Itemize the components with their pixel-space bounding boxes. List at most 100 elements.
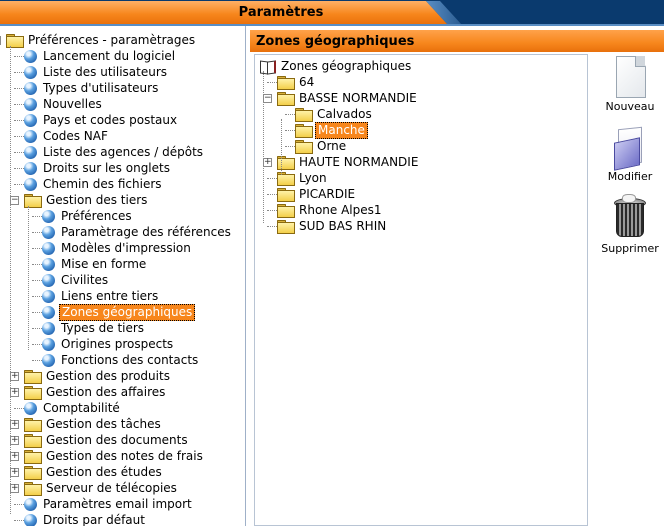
- settings-tree-item[interactable]: Gestion des études: [24, 464, 164, 480]
- settings-tree-item[interactable]: Fonctions des contacts: [42, 352, 200, 368]
- tree-connector: [32, 264, 42, 265]
- settings-tree-item[interactable]: Préférences: [42, 208, 134, 224]
- geo-zone-item-label: Manche: [315, 121, 368, 139]
- expand-toggle-icon[interactable]: +: [10, 484, 19, 493]
- settings-tree-item[interactable]: Liste des utilisateurs: [24, 64, 169, 80]
- settings-tree-item[interactable]: Chemin des fichiers: [24, 176, 164, 192]
- expand-toggle-icon[interactable]: +: [10, 372, 19, 381]
- folder-open-icon: [6, 34, 24, 48]
- bullet-icon: [42, 337, 55, 351]
- settings-tree-item[interactable]: Paramètrage des références: [42, 224, 233, 240]
- folder-icon: [295, 140, 313, 154]
- settings-tree[interactable]: Préférences - paramètrages − Lancement du …: [0, 26, 246, 526]
- geo-zone-item[interactable]: SUD BAS RHIN: [277, 218, 388, 234]
- settings-tree-item-label: Gestion des affaires: [46, 384, 166, 399]
- tree-guide-line: [263, 71, 264, 223]
- folder-open-icon: [277, 92, 295, 106]
- folder-icon: [24, 466, 42, 480]
- settings-tree-item[interactable]: Mise en forme: [42, 256, 148, 272]
- collapse-toggle-icon[interactable]: −: [10, 196, 19, 205]
- geo-zone-item-label: PICARDIE: [299, 186, 356, 201]
- settings-tree-item[interactable]: Paramètres email import: [24, 496, 194, 512]
- expand-toggle-icon[interactable]: +: [10, 436, 19, 445]
- action-toolbar: Nouveau Modifier Supprimer: [596, 52, 664, 526]
- bullet-icon: [42, 209, 55, 223]
- tree-connector: [14, 136, 24, 137]
- geo-zone-item[interactable]: HAUTE NORMANDIE: [277, 154, 420, 170]
- tree-guide-line: [281, 119, 282, 175]
- expand-toggle-icon[interactable]: +: [10, 420, 19, 429]
- geo-zone-item[interactable]: Zones géographiques: [259, 58, 413, 74]
- tree-connector: [285, 130, 295, 131]
- settings-tree-item-label: Liste des agences / dépôts: [43, 144, 204, 159]
- bullet-icon: [42, 353, 55, 367]
- settings-tree-item[interactable]: Gestion des notes de frais: [24, 448, 205, 464]
- expand-toggle-icon[interactable]: +: [10, 452, 19, 461]
- settings-tree-item[interactable]: Comptabilité: [24, 400, 122, 416]
- settings-tree-item[interactable]: Types de tiers: [42, 320, 146, 336]
- tree-connector: [32, 328, 42, 329]
- expand-toggle-icon[interactable]: +: [263, 158, 272, 167]
- expand-toggle-icon[interactable]: +: [10, 388, 19, 397]
- tree-connector: [32, 280, 42, 281]
- settings-tree-item[interactable]: Serveur de télécopies: [24, 480, 179, 496]
- geo-zone-item-label: Rhone Alpes1: [299, 202, 382, 217]
- tree-connector: [32, 216, 42, 217]
- geo-zones-tree[interactable]: Zones géographiques 64 BASSE NORMANDIE − Cal…: [254, 54, 588, 526]
- settings-tree-item[interactable]: Nouvelles: [24, 96, 104, 112]
- settings-tree-item[interactable]: Gestion des tiers: [24, 192, 149, 208]
- settings-tree-item[interactable]: Liste des agences / dépôts: [24, 144, 205, 160]
- collapse-toggle-icon[interactable]: −: [0, 36, 1, 45]
- bullet-icon: [24, 161, 37, 175]
- geo-zone-item[interactable]: 64: [277, 74, 316, 90]
- bullet-icon: [24, 49, 37, 63]
- settings-tree-item[interactable]: Origines prospects: [42, 336, 175, 352]
- bullet-icon: [24, 145, 37, 159]
- settings-tree-item[interactable]: Types d'utilisateurs: [24, 80, 160, 96]
- geo-zone-item[interactable]: Rhone Alpes1: [277, 202, 384, 218]
- folder-icon: [295, 124, 313, 138]
- collapse-toggle-icon[interactable]: −: [263, 94, 272, 103]
- delete-button[interactable]: Supprimer: [596, 194, 664, 255]
- edit-button[interactable]: Modifier: [596, 126, 664, 183]
- geo-zone-item[interactable]: Calvados: [295, 106, 374, 122]
- settings-tree-item[interactable]: Gestion des produits: [24, 368, 172, 384]
- geo-zone-item-label: Zones géographiques: [281, 58, 412, 73]
- settings-tree-item[interactable]: Modèles d'impression: [42, 240, 193, 256]
- title-bar: Paramètres: [0, 0, 664, 26]
- tree-connector: [14, 72, 24, 73]
- folder-icon: [24, 370, 42, 384]
- bullet-icon: [24, 177, 37, 191]
- settings-tree-item[interactable]: Gestion des documents: [24, 432, 190, 448]
- settings-tree-item-label: Lancement du logiciel: [43, 48, 176, 63]
- geo-zone-item[interactable]: Lyon: [277, 170, 329, 186]
- settings-tree-item[interactable]: Préférences - paramètrages: [6, 32, 197, 48]
- settings-tree-item[interactable]: Lancement du logiciel: [24, 48, 177, 64]
- settings-tree-item-label: Préférences: [61, 208, 132, 223]
- new-button[interactable]: Nouveau: [596, 56, 664, 113]
- settings-tree-item[interactable]: Gestion des tâches: [24, 416, 163, 432]
- panel-title: Zones géographiques: [250, 30, 664, 52]
- settings-tree-item[interactable]: Zones géographiques: [42, 303, 196, 321]
- expand-toggle-icon[interactable]: +: [10, 468, 19, 477]
- settings-tree-item[interactable]: Pays et codes postaux: [24, 112, 179, 128]
- bullet-icon: [24, 401, 37, 415]
- tree-connector: [14, 504, 24, 505]
- bullet-icon: [24, 81, 37, 95]
- folder-icon: [277, 188, 295, 202]
- settings-tree-item[interactable]: Droits par défaut: [24, 512, 147, 526]
- geo-zone-item[interactable]: BASSE NORMANDIE: [277, 90, 419, 106]
- tree-connector: [14, 168, 24, 169]
- edit-button-label: Modifier: [607, 170, 653, 183]
- settings-tree-item-label: Gestion des tiers: [46, 192, 148, 207]
- settings-tree-item[interactable]: Codes NAF: [24, 128, 110, 144]
- settings-tree-item[interactable]: Gestion des affaires: [24, 384, 167, 400]
- settings-tree-item[interactable]: Droits sur les onglets: [24, 160, 172, 176]
- settings-tree-item[interactable]: Civilites: [42, 272, 110, 288]
- geo-zone-item[interactable]: PICARDIE: [277, 186, 357, 202]
- geo-zone-item[interactable]: Manche: [295, 121, 368, 139]
- settings-tree-item[interactable]: Liens entre tiers: [42, 288, 160, 304]
- settings-tree-item-label: Paramètrage des références: [61, 224, 231, 239]
- geo-zone-item[interactable]: Orne: [295, 138, 348, 154]
- settings-tree-item-label: Civilites: [61, 272, 109, 287]
